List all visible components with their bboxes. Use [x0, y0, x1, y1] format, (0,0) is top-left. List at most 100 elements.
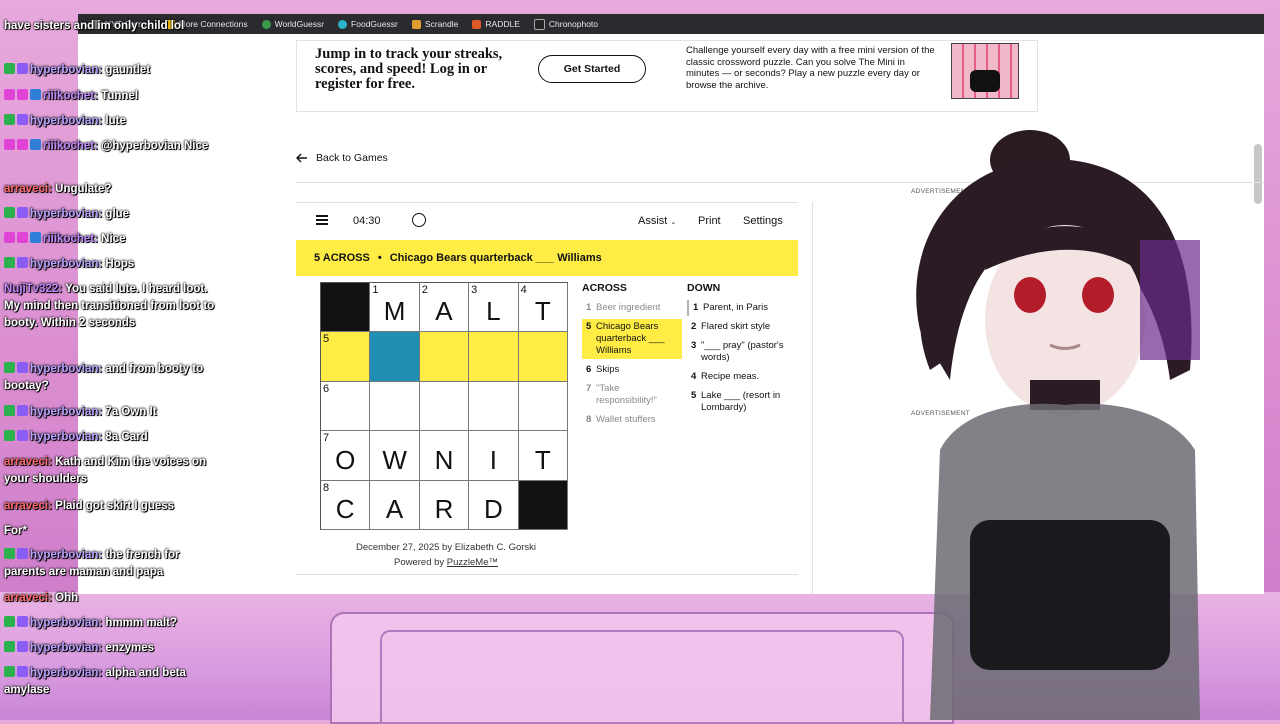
bookmark-worldguessr[interactable]: WorldGuessr: [261, 19, 324, 29]
chat-username: arraveci:: [4, 592, 52, 604]
grid-cell[interactable]: 8C: [321, 480, 371, 530]
bookmarks-bar: NYT Games More Connections WorldGuessr F…: [78, 14, 1264, 34]
cell-number: 6: [323, 382, 330, 395]
badge-icon: [4, 641, 15, 652]
cell-letter: N: [434, 444, 454, 475]
grid-cell[interactable]: 7O: [321, 431, 371, 481]
bookmark-foodguessr[interactable]: FoodGuessr: [338, 19, 398, 29]
down-clue[interactable]: 5 Lake ___ (resort in Lombardy): [687, 388, 792, 416]
globe-icon: [261, 19, 271, 29]
get-started-button[interactable]: Get Started: [538, 55, 646, 83]
chat-message: riiikochet: Nice: [4, 231, 224, 248]
clue-number: 8: [586, 414, 592, 425]
grid-cell[interactable]: 6: [321, 381, 371, 432]
character-illustration: [970, 70, 1000, 92]
cell-number: 3: [471, 284, 478, 296]
divider: [296, 574, 798, 575]
print-button[interactable]: Print: [698, 215, 721, 227]
clue-text: Wallet stuffers: [596, 414, 656, 425]
across-clue[interactable]: 7 "Take responsibility!": [582, 381, 682, 409]
bookmark-chronophoto[interactable]: Chronophoto: [533, 18, 598, 30]
chat-message: hyperbovian: and from booty to bootay?: [4, 361, 224, 395]
grid-cell[interactable]: [419, 332, 470, 382]
grid-cell[interactable]: W: [370, 431, 420, 481]
chat-username: hyperbovian:: [30, 258, 103, 270]
active-clue-text: Chicago Bears quarterback ___ Williams: [389, 252, 602, 264]
down-clue[interactable]: 2 Flared skirt style: [687, 319, 792, 335]
grid-cell[interactable]: [469, 381, 519, 432]
puzzleme-link[interactable]: PuzzleMe™: [447, 557, 498, 568]
chat-text: 7a Own It: [105, 406, 157, 418]
chevron-down-icon: ⌄: [670, 219, 677, 226]
scrollbar-thumb[interactable]: [1254, 144, 1262, 204]
divider: [812, 202, 813, 594]
grid-cell[interactable]: N: [419, 431, 470, 481]
cell-letter: I: [489, 444, 497, 475]
chat-text: Ohh: [55, 592, 79, 604]
grid-cell[interactable]: 4T: [518, 283, 568, 333]
clue-number: 7: [586, 383, 592, 394]
cell-letter: T: [534, 444, 551, 475]
grid-cell[interactable]: [518, 381, 568, 432]
badge-icon: [17, 641, 28, 652]
across-clue[interactable]: 6 Skips: [582, 362, 682, 378]
back-to-games-link[interactable]: Back to Games: [296, 152, 388, 164]
chat-message: NujiTv322: You said lute. I heard loot. …: [4, 281, 224, 332]
grid-cell[interactable]: [419, 381, 470, 432]
grid-cell[interactable]: [370, 332, 420, 382]
chat-message: hyperbovian: Hops: [4, 256, 224, 273]
settings-button[interactable]: Settings: [743, 215, 783, 227]
across-clue[interactable]: 1 Beer ingredient: [582, 300, 682, 316]
active-clue-label: 5 ACROSS: [314, 252, 370, 264]
clue-number: 1: [586, 302, 592, 313]
grid-cell[interactable]: [370, 381, 420, 432]
grid-cell[interactable]: 3L: [469, 283, 519, 333]
chat-message: hyperbovian: 7a Own It: [4, 404, 224, 421]
grid-cell[interactable]: R: [419, 480, 470, 530]
chat-message: hyperbovian: glue: [4, 206, 224, 223]
chat-message: have sisters and im only child lol: [4, 18, 224, 35]
grid-cell[interactable]: A: [370, 480, 420, 530]
badge-icon: [4, 63, 15, 74]
clue-text: Chicago Bears quarterback ___ Williams: [596, 321, 665, 356]
badge-icon: [17, 257, 28, 268]
badge-icon: [4, 616, 15, 627]
arrow-left-icon: [296, 153, 307, 163]
chat-text: Plaid got skirt I guess: [55, 500, 175, 512]
grid-cell[interactable]: [518, 332, 568, 382]
cell-letter: R: [434, 493, 454, 524]
across-clues: ACROSS 1 Beer ingredient 5 Chicago Bears qu…: [582, 282, 682, 431]
grid-cell[interactable]: I: [469, 431, 519, 481]
badge-icon: [4, 207, 15, 218]
clue-number: 3: [691, 340, 697, 351]
cell-number: 8: [323, 481, 330, 494]
clue-text: "Take responsibility!": [596, 383, 657, 406]
clue-number: 1: [693, 302, 699, 313]
puzzle-byline: December 27, 2025 by Elizabeth C. Gorski…: [296, 540, 596, 570]
clue-text: Recipe meas.: [701, 371, 760, 382]
chat-message: hyperbovian: enzymes: [4, 640, 224, 657]
grid-cell[interactable]: T: [518, 431, 568, 481]
cell-letter: A: [435, 296, 453, 327]
pause-icon[interactable]: [412, 213, 426, 227]
hamburger-menu-icon[interactable]: [316, 215, 328, 225]
across-title: ACROSS: [582, 282, 627, 294]
down-clue[interactable]: 4 Recipe meas.: [687, 369, 792, 385]
bookmark-raddle[interactable]: RADDLE: [472, 19, 520, 29]
bookmark-scrandle[interactable]: Scrandle: [411, 19, 458, 29]
across-clue[interactable]: 5 Chicago Bears quarterback ___ Williams: [582, 319, 682, 359]
grid-cell[interactable]: D: [469, 480, 519, 530]
grid-cell[interactable]: 2A: [419, 283, 470, 333]
camera-icon: [533, 18, 545, 30]
grid-cell[interactable]: [469, 332, 519, 382]
grid-cell[interactable]: 5: [321, 332, 371, 382]
across-clue[interactable]: 8 Wallet stuffers: [582, 412, 682, 428]
clue-text: Flared skirt style: [701, 321, 771, 332]
clue-text: "___ pray" (pastor's words): [701, 340, 784, 363]
active-clue-bar[interactable]: 5 ACROSS • Chicago Bears quarterback ___…: [296, 240, 798, 276]
down-clue[interactable]: 3 "___ pray" (pastor's words): [687, 338, 792, 366]
grid-cell[interactable]: 1M: [370, 283, 420, 333]
assist-menu[interactable]: Assist ⌄: [638, 215, 676, 227]
crossword-grid[interactable]: 1M2A3L4T567OWNIT8CARD: [320, 282, 568, 530]
down-clue[interactable]: 1 Parent, in Paris: [687, 300, 792, 316]
